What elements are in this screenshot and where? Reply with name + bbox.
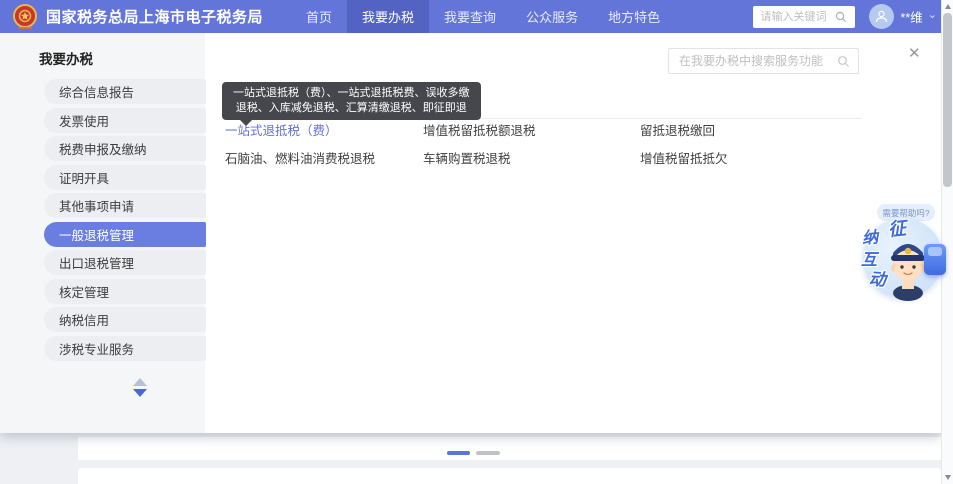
link-naphtha-fuel-refund[interactable]: 石脑油、燃料油消费税退税 — [225, 151, 423, 168]
scrollbar-thumb[interactable] — [943, 13, 952, 187]
sidebar-title: 我要办税 — [39, 48, 205, 68]
refund-links-grid: 一站式退抵税（费） 增值税留抵税额退税 留抵退税缴回 石脑油、燃料油消费税退税 … — [225, 123, 862, 168]
link-one-stop-refund[interactable]: 一站式退抵税（费） — [225, 123, 423, 140]
services-sidebar: 我要办税 综合信息报告 发票使用 税费申报及缴纳 证明开具 其他事项申请 一般退… — [0, 33, 205, 433]
carousel-indicator-active[interactable] — [447, 451, 470, 455]
chevron-down-icon[interactable]: ⌄ — [928, 10, 937, 20]
nav-public-service[interactable]: 公众服务 — [511, 0, 593, 33]
assistant-widget: 需要帮助吗? − 征 纳 互 动 — [858, 198, 953, 313]
brand-char-dong: 动 — [868, 264, 887, 290]
main-nav: 首页 我要办税 我要查询 公众服务 地方特色 — [291, 0, 675, 33]
sidebar-scroll-down-icon[interactable] — [133, 389, 147, 397]
site-title: 国家税务总局上海市电子税务局 — [46, 6, 263, 27]
link-refund-payback[interactable]: 留抵退税缴回 — [640, 123, 862, 140]
tooltip-arrow — [240, 120, 252, 126]
sidebar-item-assessment-mgmt[interactable]: 核定管理 — [44, 279, 206, 304]
top-header: 国家税务总局上海市电子税务局 首页 我要办税 我要查询 公众服务 地方特色 **… — [0, 0, 953, 33]
tooltip-line-2: 退税、入库减免退税、汇算清缴退税、即征即退 — [233, 101, 470, 116]
user-avatar[interactable] — [869, 4, 894, 29]
link-vat-credit-offset[interactable]: 增值税留抵抵欠 — [640, 151, 862, 168]
close-icon[interactable]: ✕ — [908, 46, 921, 62]
username[interactable]: **维 — [901, 7, 923, 26]
nav-my-query[interactable]: 我要查询 — [429, 0, 511, 33]
person-icon — [874, 9, 889, 24]
carousel-band — [78, 437, 941, 460]
tax-bureau-logo-icon — [12, 4, 38, 30]
header-search-input[interactable] — [761, 11, 835, 23]
search-icon — [835, 11, 847, 23]
sidebar-scroll-up-icon[interactable] — [133, 378, 147, 386]
ukey-icon[interactable] — [924, 244, 946, 275]
tax-services-panel: 我要办税 综合信息报告 发票使用 税费申报及缴纳 证明开具 其他事项申请 一般退… — [0, 33, 941, 433]
link-tooltip: 一站式退抵税（费）、一站式退抵税费、误收多缴 退税、入库减免退税、汇算清缴退税、… — [222, 82, 481, 120]
sidebar-item-certificate-issue[interactable]: 证明开具 — [44, 165, 206, 190]
nav-home[interactable]: 首页 — [291, 0, 347, 33]
lower-content-card — [78, 468, 941, 484]
header-search-box[interactable] — [753, 6, 855, 28]
panel-search-box[interactable] — [668, 48, 859, 74]
sidebar-item-tax-credit[interactable]: 纳税信用 — [44, 307, 206, 332]
sidebar-item-tax-professional-services[interactable]: 涉税专业服务 — [44, 336, 206, 361]
sidebar-item-tax-declaration[interactable]: 税费申报及缴纳 — [44, 136, 206, 161]
tooltip-line-1: 一站式退抵税（费）、一站式退抵税费、误收多缴 — [233, 86, 470, 101]
sidebar-item-export-refund[interactable]: 出口退税管理 — [44, 250, 206, 275]
link-vehicle-purchase-refund[interactable]: 车辆购置税退税 — [423, 151, 640, 168]
sidebar-item-invoice-use[interactable]: 发票使用 — [44, 108, 206, 133]
search-icon — [837, 55, 850, 68]
panel-search-input[interactable] — [679, 54, 837, 68]
sidebar-item-other-matters[interactable]: 其他事项申请 — [44, 193, 206, 218]
nav-my-tax[interactable]: 我要办税 — [347, 0, 429, 33]
nav-local-features[interactable]: 地方特色 — [593, 0, 675, 33]
scrollbar-up-icon[interactable] — [945, 4, 951, 9]
brand-char-zheng: 征 — [887, 214, 908, 242]
link-vat-credit-refund[interactable]: 增值税留抵税额退税 — [423, 123, 640, 140]
sidebar-item-comprehensive-info[interactable]: 综合信息报告 — [44, 79, 206, 104]
sidebar-item-general-refund[interactable]: 一般退税管理 — [44, 222, 206, 247]
scrollbar-down-icon[interactable] — [945, 475, 951, 480]
carousel-indicator[interactable] — [476, 451, 500, 455]
brand-char-na: 纳 — [861, 223, 879, 248]
